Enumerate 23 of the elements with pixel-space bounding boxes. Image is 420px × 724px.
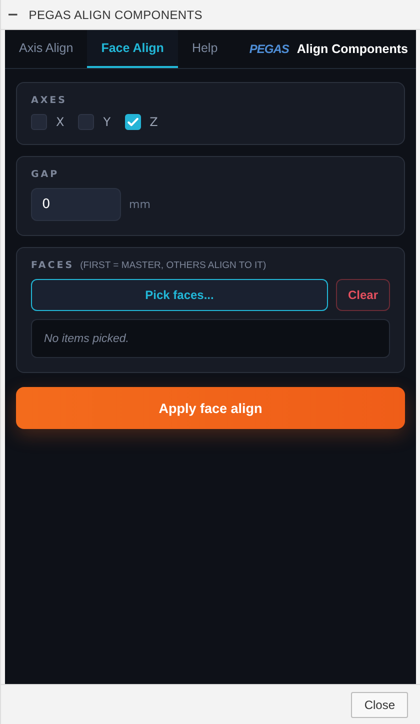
collapse-button[interactable]: −	[7, 6, 19, 22]
checkbox-label: X	[56, 115, 64, 129]
section-label: AXES	[31, 95, 68, 106]
section-hint: (FIRST = MASTER, OTHERS ALIGN TO IT)	[80, 260, 266, 271]
tab[interactable]: Axis Align	[5, 30, 88, 68]
unit-label: mm	[129, 198, 150, 211]
pick-faces-button[interactable]: Pick faces...	[31, 279, 328, 311]
window-title: PEGAS ALIGN COMPONENTS	[28, 8, 203, 22]
close-button[interactable]: Close	[351, 692, 408, 718]
checkbox-label: Z	[150, 115, 158, 129]
gap-input[interactable]: 0	[31, 188, 121, 221]
clear-button[interactable]: Clear	[336, 279, 390, 311]
tab[interactable]: Face Align	[87, 30, 178, 68]
tab[interactable]: Help	[178, 30, 232, 68]
app-title: Align Components	[296, 42, 408, 56]
checkbox[interactable]	[124, 114, 141, 130]
section-label: GAP	[31, 169, 60, 180]
section-label: FACES	[31, 260, 74, 271]
checkbox[interactable]	[78, 114, 94, 130]
logo: PEGAS	[249, 42, 289, 56]
checkbox[interactable]	[31, 114, 47, 130]
empty-message: No items picked.	[44, 332, 130, 344]
checkbox-label: Y	[103, 115, 111, 129]
